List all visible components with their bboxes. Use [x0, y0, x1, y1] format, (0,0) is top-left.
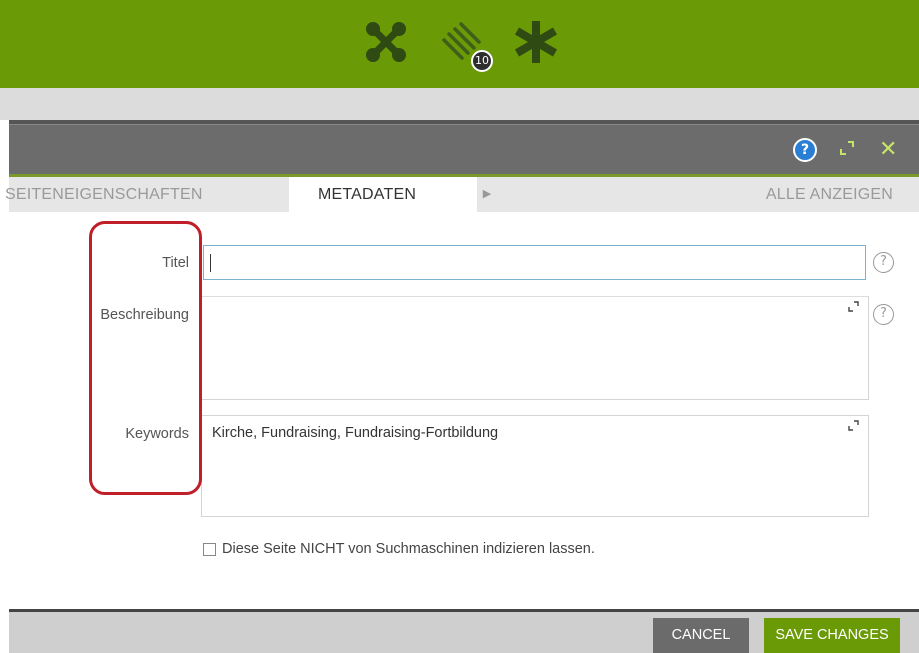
cancel-button[interactable]: CANCEL	[653, 618, 749, 653]
keywords-textarea[interactable]: Kirche, Fundraising, Fundraising-Fortbil…	[201, 415, 869, 517]
noindex-checkbox[interactable]	[203, 543, 216, 556]
tab-bar: SEITENEIGENSCHAFTEN METADATEN ▶ ALLE ANZ…	[5, 174, 919, 212]
top-toolbar: 10	[0, 0, 919, 88]
asterisk-icon[interactable]	[513, 19, 559, 65]
gray-strip	[0, 88, 919, 120]
keywords-expand-icon[interactable]	[848, 420, 859, 434]
dialog-header: ? ✕	[9, 124, 919, 174]
help-icon[interactable]: ?	[793, 138, 817, 162]
text-caret	[210, 254, 211, 272]
description-expand-icon[interactable]	[848, 301, 859, 315]
description-help-icon[interactable]: ?	[873, 304, 894, 325]
tab-metadaten[interactable]: METADATEN	[289, 177, 477, 212]
expand-icon[interactable]	[840, 141, 854, 160]
save-changes-button[interactable]: SAVE CHANGES	[764, 618, 900, 653]
show-all-tab[interactable]: ALLE ANZEIGEN	[766, 177, 893, 212]
badge-count: 10	[471, 50, 493, 72]
title-input[interactable]	[203, 245, 866, 280]
tab-scroll-right-icon[interactable]: ▶	[477, 177, 497, 212]
dialog-footer: CANCEL SAVE CHANGES	[9, 612, 919, 653]
noindex-label[interactable]: Diese Seite NICHT von Suchmaschinen indi…	[222, 541, 595, 557]
tab-seiteneigenschaften[interactable]: SEITENEIGENSCHAFTEN	[5, 177, 291, 212]
title-help-icon[interactable]: ?	[873, 252, 894, 273]
metadata-dialog: ? ✕ SEITENEIGENSCHAFTEN METADATEN ▶ ALLE…	[5, 124, 919, 653]
description-textarea[interactable]	[201, 296, 869, 400]
highlight-outline	[89, 221, 202, 495]
structure-icon[interactable]	[365, 21, 407, 63]
keywords-value: Kirche, Fundraising, Fundraising-Fortbil…	[212, 425, 499, 441]
close-icon[interactable]: ✕	[879, 138, 897, 162]
